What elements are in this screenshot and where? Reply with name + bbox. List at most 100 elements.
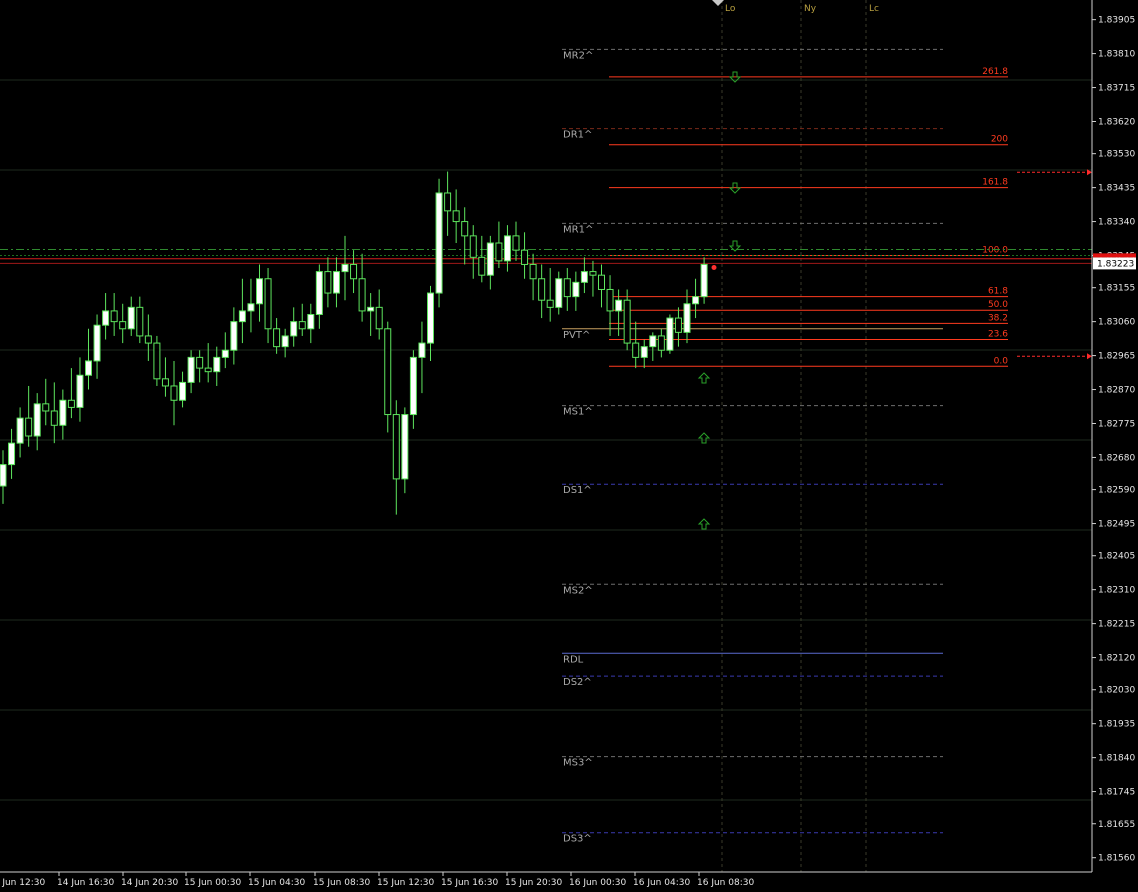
bullish-candle [418, 342, 426, 358]
pivot-label: MS1^ [563, 407, 593, 418]
bearish-candle [324, 271, 332, 294]
bearish-candle [273, 328, 281, 348]
bearish-candle [444, 192, 452, 212]
y-tick-label: 1.82215 [1098, 620, 1135, 630]
up-arrow-icon [697, 372, 711, 384]
fib-label: 0.0 [994, 356, 1009, 366]
bullish-candle [33, 403, 41, 437]
bullish-candle [692, 296, 700, 305]
bearish-candle [563, 278, 571, 298]
x-tick-label: 14 Jun 20:30 [121, 878, 178, 888]
y-tick-label: 1.82120 [1098, 654, 1135, 664]
bearish-candle [170, 385, 178, 401]
bullish-candle [367, 306, 375, 312]
bullish-candle [93, 324, 101, 362]
bullish-candle [281, 335, 289, 348]
y-tick-label: 1.82590 [1098, 486, 1135, 496]
x-tick-label: 14 Jun 16:30 [57, 878, 114, 888]
x-tick-label: 16 Jun 08:30 [697, 878, 754, 888]
bullish-candle [615, 299, 623, 312]
candlesticks [0, 171, 708, 515]
x-tick-label: 15 Jun 00:30 [184, 878, 241, 888]
pivot-levels: MR2^ DR1^ MR1^ PVT^ MS1^ DS1^ MS2^ RDL DS2^ MS3^ D… [562, 48, 943, 845]
y-tick-label: 1.81655 [1098, 820, 1135, 830]
session-label: Lc [869, 4, 879, 14]
bullish-candle [640, 346, 648, 358]
y-tick-label: 1.83435 [1098, 184, 1135, 194]
pivot-label: DS1^ [563, 485, 592, 496]
fib-label: 161.8 [982, 178, 1008, 188]
bearish-candle [110, 310, 118, 323]
bearish-candle [623, 299, 631, 344]
y-tick-label: 1.83340 [1098, 218, 1135, 228]
bearish-candle [25, 417, 33, 437]
bullish-candle [16, 417, 24, 444]
bearish-candle [375, 306, 383, 330]
y-tick-label: 1.81560 [1098, 854, 1135, 864]
bearish-candle [546, 299, 554, 308]
y-tick-label: 1.81935 [1098, 720, 1135, 730]
bearish-candle [452, 210, 460, 223]
bullish-candle [683, 303, 691, 333]
bullish-candle [127, 306, 135, 330]
fib-label: 61.8 [988, 287, 1008, 297]
bullish-candle [486, 242, 494, 276]
y-tick-label: 1.82310 [1098, 586, 1135, 596]
bearish-candle [512, 235, 520, 251]
x-tick-label: 14 Jun 12:30 [0, 878, 45, 888]
bearish-candle [632, 342, 640, 358]
y-tick-label: 1.82965 [1098, 352, 1135, 362]
up-arrow-icon [697, 432, 711, 444]
pivot-label: DS2^ [563, 677, 592, 688]
x-tick-label: 15 Jun 16:30 [441, 878, 498, 888]
bearish-candle [161, 378, 169, 387]
y-tick-label: 1.82870 [1098, 386, 1135, 396]
x-tick-label: 16 Jun 00:30 [569, 878, 626, 888]
fib-label: 23.6 [988, 330, 1008, 340]
bearish-candle [153, 342, 161, 380]
current-price-label: 1.83223 [1097, 259, 1134, 269]
bullish-candle [76, 374, 84, 408]
bullish-candle [221, 349, 229, 358]
price-chart[interactable]: Lo Ny Lc MR2^ DR1^ MR1^ PVT^ MS1^ DS1^ MS2^ RDL DS… [0, 0, 1138, 892]
bullish-candle [179, 381, 187, 401]
bearish-candle [144, 335, 152, 344]
x-tick-label: 15 Jun 08:30 [313, 878, 370, 888]
bullish-candle [409, 356, 417, 416]
session-label: Ny [804, 4, 817, 14]
bearish-candle [42, 403, 50, 412]
bearish-candle [478, 256, 486, 276]
x-tick-label: 15 Jun 20:30 [505, 878, 562, 888]
fib-label: 38.2 [988, 313, 1008, 323]
bullish-candle [256, 278, 263, 305]
bullish-candle [213, 356, 221, 373]
bearish-candle [50, 410, 58, 426]
y-tick-label: 1.83060 [1098, 318, 1135, 328]
bullish-candle [401, 414, 409, 480]
y-tick-label: 1.81745 [1098, 788, 1135, 798]
bearish-candle [674, 317, 682, 333]
pivot-label: MR1^ [563, 224, 593, 235]
y-tick-label: 1.83905 [1098, 16, 1135, 26]
bearish-candle [598, 274, 605, 290]
bullish-candle [435, 192, 443, 294]
session-label: Lo [725, 4, 736, 14]
bullish-candle [187, 356, 195, 383]
bearish-candle [538, 278, 546, 301]
bullish-candle [555, 278, 563, 308]
bearish-candle [350, 263, 358, 280]
bearish-candle [384, 328, 392, 416]
y-tick-label: 1.82680 [1098, 453, 1135, 463]
bullish-candle [230, 321, 238, 351]
x-tick-label: 15 Jun 12:30 [377, 878, 434, 888]
bearish-candle [119, 321, 127, 330]
pivot-label: PVT^ [563, 330, 590, 341]
up-arrow-icon [697, 518, 711, 530]
bullish-candle [427, 292, 434, 344]
bearish-candle [392, 414, 400, 480]
bearish-candle [358, 278, 366, 312]
y-tick-label: 1.82405 [1098, 552, 1135, 562]
price-markers [0, 169, 1092, 360]
fib-label: 100.0 [982, 246, 1008, 256]
x-tick-label: 16 Jun 04:30 [633, 878, 690, 888]
